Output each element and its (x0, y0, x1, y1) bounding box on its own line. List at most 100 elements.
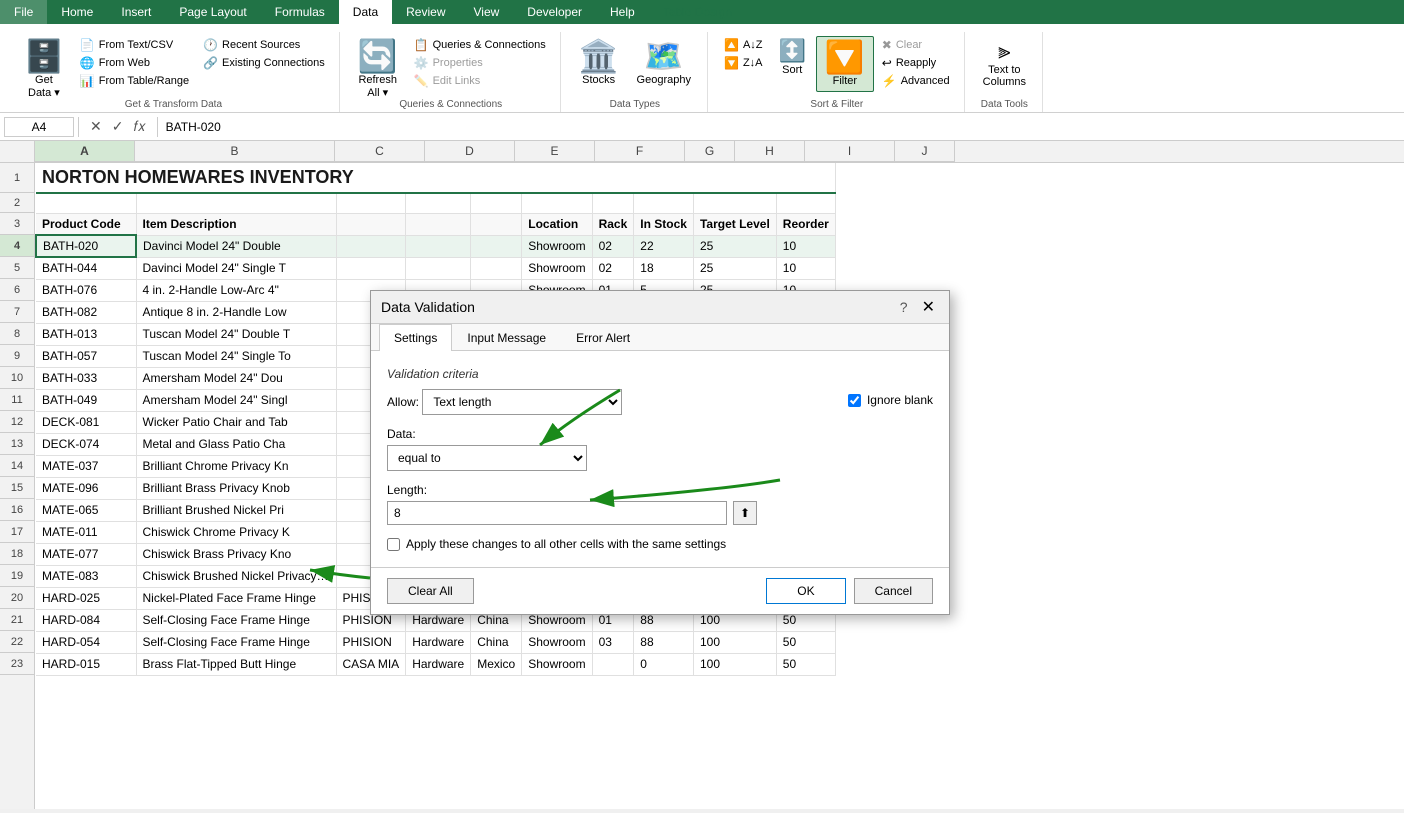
from-text-csv-button[interactable]: 📄 From Text/CSV (74, 36, 195, 54)
dialog-tab-input-message[interactable]: Input Message (452, 324, 561, 351)
cell[interactable] (471, 193, 522, 213)
col-header-h[interactable]: H (735, 141, 805, 162)
insert-function-icon[interactable]: 𝑓𝑥 (130, 117, 148, 136)
cell-d4[interactable] (406, 235, 471, 257)
tab-review[interactable]: Review (392, 0, 459, 24)
edit-links-button[interactable]: ✏️ Edit Links (408, 72, 552, 90)
formula-input[interactable]: BATH-020 (162, 118, 1400, 136)
row-header-6[interactable]: 6 (0, 279, 34, 301)
row-header-4[interactable]: 4 (0, 235, 34, 257)
row-header-15[interactable]: 15 (0, 477, 34, 499)
row-header-16[interactable]: 16 (0, 499, 34, 521)
ignore-blank-checkbox[interactable] (848, 394, 861, 407)
queries-connections-button[interactable]: 📋 Queries & Connections (408, 36, 552, 54)
cell-j4[interactable]: 10 (776, 235, 835, 257)
row-header-13[interactable]: 13 (0, 433, 34, 455)
cell[interactable] (136, 193, 336, 213)
cell[interactable] (693, 193, 776, 213)
header-e3[interactable] (471, 213, 522, 235)
cell[interactable] (776, 193, 835, 213)
data-select[interactable]: equal to (387, 445, 587, 471)
filter-button[interactable]: 🔽 Filter (816, 36, 874, 92)
dialog-help-button[interactable]: ? (896, 299, 912, 315)
apply-changes-checkbox[interactable] (387, 538, 400, 551)
row-header-2[interactable]: 2 (0, 193, 34, 213)
row-header-8[interactable]: 8 (0, 323, 34, 345)
title-cell[interactable]: NORTON HOMEWARES INVENTORY (36, 163, 835, 193)
dialog-close-button[interactable]: ✕ (918, 297, 939, 317)
row-header-14[interactable]: 14 (0, 455, 34, 477)
sort-az-button[interactable]: 🔼A↓Z (718, 36, 769, 54)
tab-home[interactable]: Home (47, 0, 107, 24)
confirm-formula-icon[interactable]: ✓ (109, 117, 127, 136)
cell-reference-input[interactable]: A4 (4, 117, 74, 137)
dialog-tab-settings[interactable]: Settings (379, 324, 452, 351)
dialog-tab-error-alert[interactable]: Error Alert (561, 324, 645, 351)
get-data-button[interactable]: 🗄️ GetData ▾ (16, 36, 72, 103)
cell-f4[interactable]: Showroom (522, 235, 592, 257)
header-location[interactable]: Location (522, 213, 592, 235)
cancel-formula-icon[interactable]: ✕ (87, 117, 105, 136)
cell[interactable] (522, 193, 592, 213)
row-header-19[interactable]: 19 (0, 565, 34, 587)
header-item-desc[interactable]: Item Description (136, 213, 336, 235)
header-in-stock[interactable]: In Stock (634, 213, 694, 235)
sort-za-button[interactable]: 🔽Z↓A (718, 54, 769, 72)
cell[interactable] (592, 193, 634, 213)
refresh-all-button[interactable]: 🔄 RefreshAll ▾ (350, 36, 406, 103)
text-to-columns-button[interactable]: ⫸ Text toColumns (975, 36, 1034, 92)
properties-button[interactable]: ⚙️ Properties (408, 54, 552, 72)
header-d3[interactable] (406, 213, 471, 235)
header-c3[interactable] (336, 213, 406, 235)
cell[interactable] (406, 193, 471, 213)
row-header-11[interactable]: 11 (0, 389, 34, 411)
row-header-5[interactable]: 5 (0, 257, 34, 279)
tab-file[interactable]: File (0, 0, 47, 24)
tab-data[interactable]: Data (339, 0, 392, 24)
stocks-button[interactable]: 🏛️ Stocks (571, 36, 627, 90)
row-header-10[interactable]: 10 (0, 367, 34, 389)
header-reorder[interactable]: Reorder (776, 213, 835, 235)
cell[interactable] (336, 193, 406, 213)
cell-e4[interactable] (471, 235, 522, 257)
col-header-i[interactable]: I (805, 141, 895, 162)
header-rack[interactable]: Rack (592, 213, 634, 235)
ok-button[interactable]: OK (766, 578, 845, 604)
col-header-a[interactable]: A (35, 141, 135, 162)
tab-developer[interactable]: Developer (513, 0, 596, 24)
col-header-e[interactable]: E (515, 141, 595, 162)
cell[interactable] (634, 193, 694, 213)
header-target-level[interactable]: Target Level (693, 213, 776, 235)
cell-g4[interactable]: 02 (592, 235, 634, 257)
cancel-button[interactable]: Cancel (854, 578, 933, 604)
tab-view[interactable]: View (460, 0, 514, 24)
col-header-j[interactable]: J (895, 141, 955, 162)
length-ref-button[interactable]: ⬆ (733, 501, 757, 525)
existing-connections-button[interactable]: 🔗 Existing Connections (197, 54, 331, 72)
cell-a4[interactable]: BATH-020 (36, 235, 136, 257)
length-input[interactable]: 8 (387, 501, 727, 525)
row-header-9[interactable]: 9 (0, 345, 34, 367)
row-header-18[interactable]: 18 (0, 543, 34, 565)
advanced-button[interactable]: ⚡Advanced (876, 72, 956, 90)
cell-c4[interactable] (336, 235, 406, 257)
reapply-button[interactable]: ↩Reapply (876, 54, 956, 72)
tab-formulas[interactable]: Formulas (261, 0, 339, 24)
from-web-button[interactable]: 🌐 From Web (74, 54, 195, 72)
row-header-20[interactable]: 20 (0, 587, 34, 609)
row-header-21[interactable]: 21 (0, 609, 34, 631)
geography-button[interactable]: 🗺️ Geography (629, 36, 699, 90)
row-header-23[interactable]: 23 (0, 653, 34, 675)
row-header-12[interactable]: 12 (0, 411, 34, 433)
tab-insert[interactable]: Insert (107, 0, 165, 24)
from-table-button[interactable]: 📊 From Table/Range (74, 72, 195, 90)
recent-sources-button[interactable]: 🕐 Recent Sources (197, 36, 331, 54)
col-header-b[interactable]: B (135, 141, 335, 162)
cell-i4[interactable]: 25 (693, 235, 776, 257)
clear-all-button[interactable]: Clear All (387, 578, 474, 604)
cell[interactable] (36, 193, 136, 213)
col-header-g[interactable]: G (685, 141, 735, 162)
cell-h4[interactable]: 22 (634, 235, 694, 257)
row-header-3[interactable]: 3 (0, 213, 34, 235)
col-header-f[interactable]: F (595, 141, 685, 162)
